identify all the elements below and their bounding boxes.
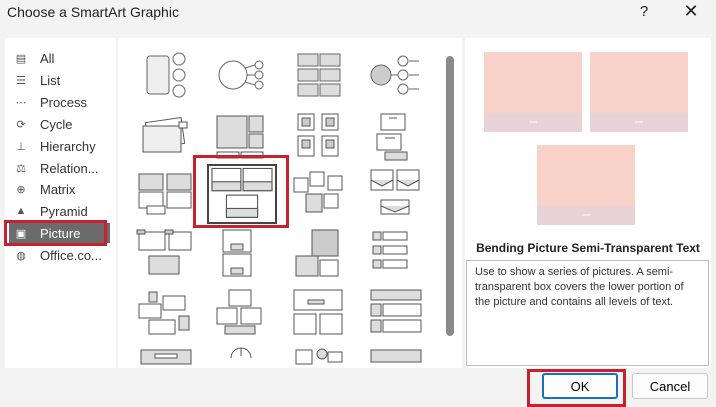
layout-thumbnail[interactable] [365,48,427,102]
layout-thumbnail[interactable] [288,110,350,164]
category-label: Matrix [40,181,76,197]
category-label: Office.co... [40,247,102,263]
layout-thumbnail[interactable] [365,286,427,340]
hierarchy-icon: ⊥ [16,140,26,153]
layout-thumbnail[interactable] [135,286,197,340]
category-item-office[interactable]: ◍ Office.co... [9,245,110,265]
layout-thumbnail[interactable] [135,226,197,280]
matrix-icon: ⊕ [16,183,26,196]
layout-thumbnail[interactable] [135,48,197,102]
category-list: ▤ All ☰ List ⋯ Process ⟳ Cycle ⊥ Hierarchy ⚖ R… [5,38,116,368]
gallery-scrollbar[interactable] [446,40,454,360]
category-label: Pyramid [40,203,88,219]
category-item-process[interactable]: ⋯ Process [9,92,110,112]
layout-thumbnail[interactable] [288,346,350,368]
selected-layout-highlight [193,155,289,228]
category-label: Cycle [40,116,73,132]
close-button[interactable]: ✕ [681,1,701,22]
layout-thumbnail[interactable] [365,166,427,220]
preview-description-box: Use to show a series of pictures. A semi… [466,260,709,366]
process-icon: ⋯ [15,96,27,109]
globe-icon: ◍ [16,249,26,262]
preview-text-band [537,205,635,225]
layout-thumbnail[interactable] [365,226,427,280]
layout-thumbnail[interactable] [288,286,350,340]
category-item-cycle[interactable]: ⟳ Cycle [9,114,110,134]
title-bar: Choose a SmartArt Graphic ? ✕ [0,0,716,26]
preview-picture [484,52,582,132]
layout-thumbnail[interactable] [209,226,271,280]
preview-picture [537,145,635,225]
layout-thumbnail[interactable] [135,346,197,368]
layout-thumbnail[interactable] [209,346,271,368]
picture-highlight [4,220,107,246]
category-label: Relation... [40,160,99,176]
layout-gallery [118,38,462,368]
category-label: Process [40,94,87,110]
cancel-button[interactable]: Cancel [632,373,708,399]
preview-text-band [484,112,582,132]
scrollbar-thumb[interactable] [446,56,454,336]
category-item-hierarchy[interactable]: ⊥ Hierarchy [9,136,110,156]
preview-description: Use to show a series of pictures. A semi… [475,266,684,308]
relationship-icon: ⚖ [16,162,26,175]
category-label: Hierarchy [40,138,96,154]
ok-highlight [527,369,626,407]
category-item-list[interactable]: ☰ List [9,70,110,90]
category-label: List [40,72,61,88]
preview-picture [590,52,688,132]
layout-thumbnail[interactable] [288,48,350,102]
cycle-icon: ⟳ [16,118,26,131]
category-label: All [40,50,55,66]
layout-thumbnail[interactable] [209,48,271,102]
layout-thumbnail[interactable] [135,166,197,220]
layout-thumbnail[interactable] [135,110,197,164]
window-title: Choose a SmartArt Graphic [7,4,179,20]
category-item-matrix[interactable]: ⊕ Matrix [9,179,110,199]
all-icon: ▤ [15,52,27,65]
pyramid-icon: ▲ [15,205,27,217]
layout-thumbnail[interactable] [288,226,350,280]
preview-text-band [590,112,688,132]
layout-thumbnail[interactable] [365,110,427,164]
category-item-pyramid[interactable]: ▲ Pyramid [9,201,110,221]
preview-pane: Bending Picture Semi-Transparent Text Us… [465,38,711,368]
category-item-relationship[interactable]: ⚖ Relation... [9,158,110,178]
list-icon: ☰ [16,74,26,87]
category-item-all[interactable]: ▤ All [9,48,110,68]
layout-thumbnail[interactable] [288,166,350,220]
preview-title: Bending Picture Semi-Transparent Text [476,241,700,255]
layout-thumbnail[interactable] [209,286,271,340]
help-button[interactable]: ? [636,3,652,20]
layout-thumbnail[interactable] [365,346,427,368]
